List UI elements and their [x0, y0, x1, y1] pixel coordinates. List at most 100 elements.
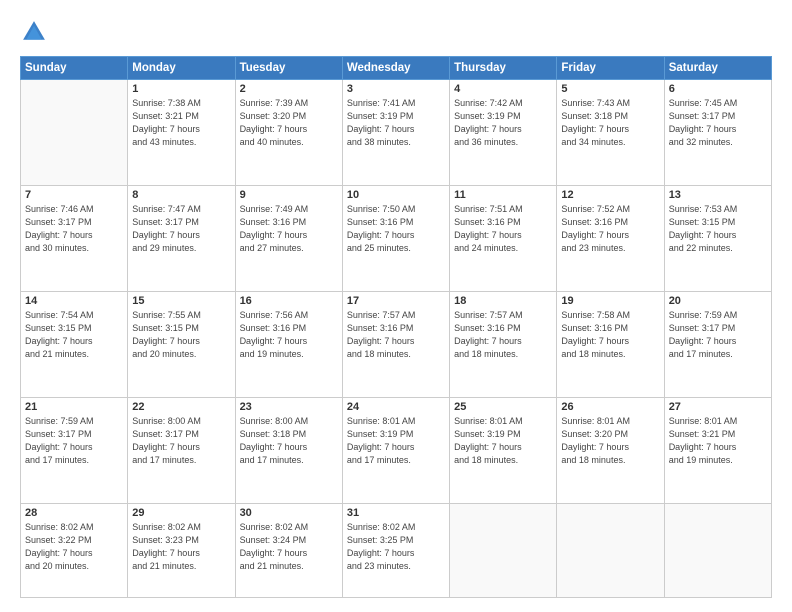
- calendar-cell: [664, 504, 771, 598]
- day-info: Sunrise: 7:59 AM Sunset: 3:17 PM Dayligh…: [25, 415, 123, 467]
- day-number: 31: [347, 507, 445, 519]
- day-number: 4: [454, 83, 552, 95]
- calendar-cell: 29 Sunrise: 8:02 AM Sunset: 3:23 PM Dayli…: [128, 504, 235, 598]
- day-number: 25: [454, 401, 552, 413]
- day-info: Sunrise: 8:01 AM Sunset: 3:19 PM Dayligh…: [454, 415, 552, 467]
- calendar-cell: 25 Sunrise: 8:01 AM Sunset: 3:19 PM Dayli…: [450, 398, 557, 504]
- day-info: Sunrise: 7:51 AM Sunset: 3:16 PM Dayligh…: [454, 203, 552, 255]
- day-number: 30: [240, 507, 338, 519]
- day-info: Sunrise: 8:01 AM Sunset: 3:19 PM Dayligh…: [347, 415, 445, 467]
- day-info: Sunrise: 8:01 AM Sunset: 3:21 PM Dayligh…: [669, 415, 767, 467]
- day-info: Sunrise: 7:38 AM Sunset: 3:21 PM Dayligh…: [132, 97, 230, 149]
- calendar-cell: [450, 504, 557, 598]
- calendar-cell: 26 Sunrise: 8:01 AM Sunset: 3:20 PM Dayli…: [557, 398, 664, 504]
- day-number: 1: [132, 83, 230, 95]
- calendar-cell: 31 Sunrise: 8:02 AM Sunset: 3:25 PM Dayli…: [342, 504, 449, 598]
- day-number: 19: [561, 295, 659, 307]
- week-row-3: 21 Sunrise: 7:59 AM Sunset: 3:17 PM Dayli…: [21, 398, 772, 504]
- day-info: Sunrise: 7:57 AM Sunset: 3:16 PM Dayligh…: [454, 309, 552, 361]
- weekday-header-tuesday: Tuesday: [235, 57, 342, 80]
- week-row-2: 14 Sunrise: 7:54 AM Sunset: 3:15 PM Dayli…: [21, 292, 772, 398]
- day-number: 29: [132, 507, 230, 519]
- day-info: Sunrise: 7:43 AM Sunset: 3:18 PM Dayligh…: [561, 97, 659, 149]
- day-number: 17: [347, 295, 445, 307]
- day-number: 28: [25, 507, 123, 519]
- day-number: 13: [669, 189, 767, 201]
- calendar-cell: 1 Sunrise: 7:38 AM Sunset: 3:21 PM Daylig…: [128, 80, 235, 186]
- calendar-cell: 19 Sunrise: 7:58 AM Sunset: 3:16 PM Dayli…: [557, 292, 664, 398]
- day-info: Sunrise: 7:39 AM Sunset: 3:20 PM Dayligh…: [240, 97, 338, 149]
- calendar-cell: 28 Sunrise: 8:02 AM Sunset: 3:22 PM Dayli…: [21, 504, 128, 598]
- calendar-cell: 23Sunrise: 8:00 AM Sunset: 3:18 PM Dayli…: [235, 398, 342, 504]
- day-number: 24: [347, 401, 445, 413]
- calendar-cell: 3Sunrise: 7:41 AM Sunset: 3:19 PM Daylig…: [342, 80, 449, 186]
- day-info: Sunrise: 7:45 AM Sunset: 3:17 PM Dayligh…: [669, 97, 767, 149]
- day-number: 15: [132, 295, 230, 307]
- day-info: Sunrise: 7:55 AM Sunset: 3:15 PM Dayligh…: [132, 309, 230, 361]
- calendar-cell: 7Sunrise: 7:46 AM Sunset: 3:17 PM Daylig…: [21, 186, 128, 292]
- day-info: Sunrise: 8:02 AM Sunset: 3:22 PM Dayligh…: [25, 521, 123, 573]
- day-info: Sunrise: 7:50 AM Sunset: 3:16 PM Dayligh…: [347, 203, 445, 255]
- calendar-cell: 16Sunrise: 7:56 AM Sunset: 3:16 PM Dayli…: [235, 292, 342, 398]
- calendar-cell: 18Sunrise: 7:57 AM Sunset: 3:16 PM Dayli…: [450, 292, 557, 398]
- day-info: Sunrise: 8:00 AM Sunset: 3:17 PM Dayligh…: [132, 415, 230, 467]
- day-info: Sunrise: 7:42 AM Sunset: 3:19 PM Dayligh…: [454, 97, 552, 149]
- weekday-header-sunday: Sunday: [21, 57, 128, 80]
- logo: [20, 18, 52, 46]
- day-info: Sunrise: 8:00 AM Sunset: 3:18 PM Dayligh…: [240, 415, 338, 467]
- day-number: 10: [347, 189, 445, 201]
- day-number: 27: [669, 401, 767, 413]
- day-info: Sunrise: 8:02 AM Sunset: 3:24 PM Dayligh…: [240, 521, 338, 573]
- calendar-cell: [557, 504, 664, 598]
- weekday-header-wednesday: Wednesday: [342, 57, 449, 80]
- calendar-table: SundayMondayTuesdayWednesdayThursdayFrid…: [20, 56, 772, 598]
- calendar-cell: 30 Sunrise: 8:02 AM Sunset: 3:24 PM Dayli…: [235, 504, 342, 598]
- day-info: Sunrise: 7:56 AM Sunset: 3:16 PM Dayligh…: [240, 309, 338, 361]
- logo-icon: [20, 18, 48, 46]
- calendar-cell: 4 Sunrise: 7:42 AM Sunset: 3:19 PM Daylig…: [450, 80, 557, 186]
- calendar-cell: 14 Sunrise: 7:54 AM Sunset: 3:15 PM Dayli…: [21, 292, 128, 398]
- calendar-cell: 5 Sunrise: 7:43 AM Sunset: 3:18 PM Daylig…: [557, 80, 664, 186]
- day-info: Sunrise: 8:01 AM Sunset: 3:20 PM Dayligh…: [561, 415, 659, 467]
- weekday-header-row: SundayMondayTuesdayWednesdayThursdayFrid…: [21, 57, 772, 80]
- day-number: 2: [240, 83, 338, 95]
- page: SundayMondayTuesdayWednesdayThursdayFrid…: [0, 0, 792, 612]
- day-number: 8: [132, 189, 230, 201]
- day-number: 26: [561, 401, 659, 413]
- day-info: Sunrise: 8:02 AM Sunset: 3:25 PM Dayligh…: [347, 521, 445, 573]
- day-info: Sunrise: 8:02 AM Sunset: 3:23 PM Dayligh…: [132, 521, 230, 573]
- day-info: Sunrise: 7:59 AM Sunset: 3:17 PM Dayligh…: [669, 309, 767, 361]
- day-info: Sunrise: 7:46 AM Sunset: 3:17 PM Dayligh…: [25, 203, 123, 255]
- day-number: 21: [25, 401, 123, 413]
- calendar-cell: 21 Sunrise: 7:59 AM Sunset: 3:17 PM Dayli…: [21, 398, 128, 504]
- day-number: 3: [347, 83, 445, 95]
- day-number: 9: [240, 189, 338, 201]
- calendar-cell: [21, 80, 128, 186]
- day-info: Sunrise: 7:58 AM Sunset: 3:16 PM Dayligh…: [561, 309, 659, 361]
- calendar-cell: 20 Sunrise: 7:59 AM Sunset: 3:17 PM Dayli…: [664, 292, 771, 398]
- week-row-1: 7Sunrise: 7:46 AM Sunset: 3:17 PM Daylig…: [21, 186, 772, 292]
- day-info: Sunrise: 7:47 AM Sunset: 3:17 PM Dayligh…: [132, 203, 230, 255]
- calendar-cell: 24 Sunrise: 8:01 AM Sunset: 3:19 PM Dayli…: [342, 398, 449, 504]
- day-info: Sunrise: 7:52 AM Sunset: 3:16 PM Dayligh…: [561, 203, 659, 255]
- calendar-cell: 10 Sunrise: 7:50 AM Sunset: 3:16 PM Dayli…: [342, 186, 449, 292]
- day-number: 14: [25, 295, 123, 307]
- day-number: 12: [561, 189, 659, 201]
- weekday-header-saturday: Saturday: [664, 57, 771, 80]
- day-number: 5: [561, 83, 659, 95]
- weekday-header-monday: Monday: [128, 57, 235, 80]
- calendar-cell: 12 Sunrise: 7:52 AM Sunset: 3:16 PM Dayli…: [557, 186, 664, 292]
- day-info: Sunrise: 7:53 AM Sunset: 3:15 PM Dayligh…: [669, 203, 767, 255]
- calendar-cell: 13 Sunrise: 7:53 AM Sunset: 3:15 PM Dayli…: [664, 186, 771, 292]
- day-number: 6: [669, 83, 767, 95]
- day-info: Sunrise: 7:49 AM Sunset: 3:16 PM Dayligh…: [240, 203, 338, 255]
- calendar-cell: 6 Sunrise: 7:45 AM Sunset: 3:17 PM Daylig…: [664, 80, 771, 186]
- calendar-cell: 2 Sunrise: 7:39 AM Sunset: 3:20 PM Daylig…: [235, 80, 342, 186]
- week-row-4: 28 Sunrise: 8:02 AM Sunset: 3:22 PM Dayli…: [21, 504, 772, 598]
- calendar-cell: 8 Sunrise: 7:47 AM Sunset: 3:17 PM Daylig…: [128, 186, 235, 292]
- day-number: 20: [669, 295, 767, 307]
- weekday-header-thursday: Thursday: [450, 57, 557, 80]
- week-row-0: 1 Sunrise: 7:38 AM Sunset: 3:21 PM Daylig…: [21, 80, 772, 186]
- calendar-cell: 11Sunrise: 7:51 AM Sunset: 3:16 PM Dayli…: [450, 186, 557, 292]
- day-info: Sunrise: 7:54 AM Sunset: 3:15 PM Dayligh…: [25, 309, 123, 361]
